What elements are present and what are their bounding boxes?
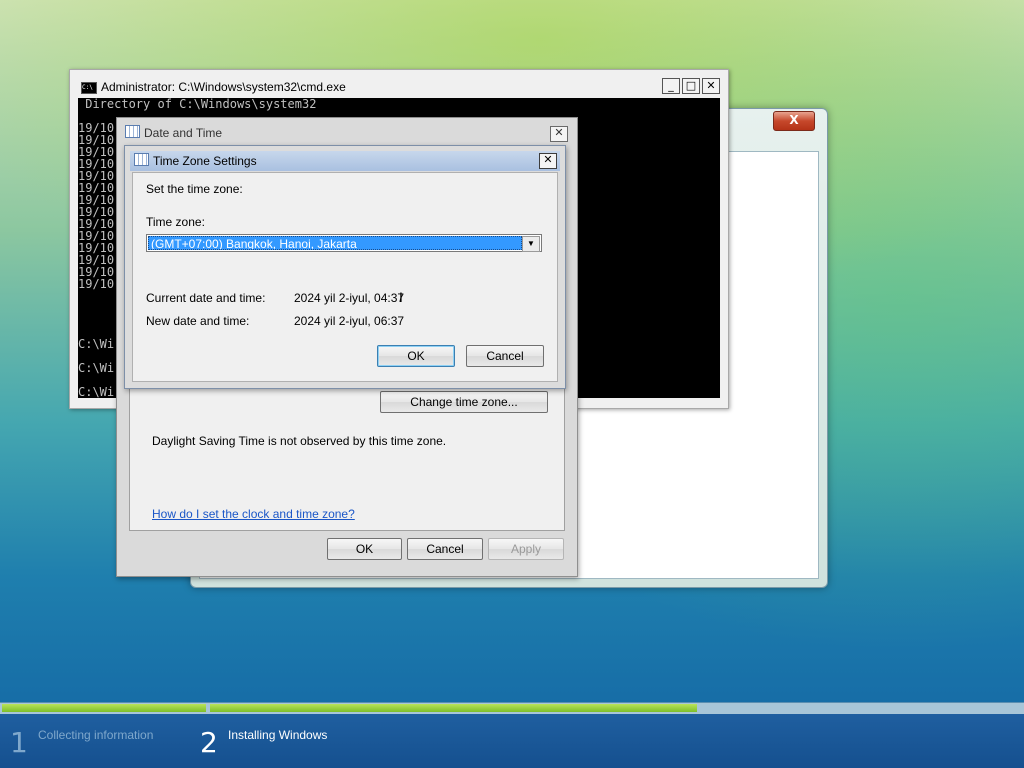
time-zone-select[interactable]: (GMT+07:00) Bangkok, Hanoi, Jakarta ▼ [146, 234, 542, 252]
console-line: Directory of C:\Windows\system32 [78, 98, 317, 111]
minimize-button[interactable]: _ [662, 78, 680, 94]
step1-number: 1 [10, 726, 28, 759]
step1-label: Collecting information [38, 728, 154, 742]
tz-cancel-button[interactable]: Cancel [466, 345, 544, 367]
chevron-down-icon[interactable]: ▼ [522, 236, 540, 252]
time-zone-label: Time zone: [146, 215, 205, 229]
current-date-time-label: Current date and time: [146, 291, 266, 305]
time-zone-titlebar[interactable]: Time Zone Settings ✕ [130, 151, 560, 171]
setup-steps-band: 1 Collecting information 2 Installing Wi… [0, 714, 1024, 768]
time-zone-panel: Change time zone... Daylight Saving Time… [129, 384, 565, 531]
step2-number: 2 [200, 726, 218, 759]
calendar-icon [125, 125, 140, 138]
step2-label: Installing Windows [228, 728, 328, 742]
maximize-button[interactable]: □ [682, 78, 700, 94]
calendar-icon [134, 153, 149, 166]
time-zone-selected-value: (GMT+07:00) Bangkok, Hanoi, Jakarta [148, 236, 522, 250]
change-time-zone-button[interactable]: Change time zone... [380, 391, 548, 413]
dt-apply-button[interactable]: Apply [488, 538, 564, 560]
cmd-icon: C:\ [81, 82, 97, 94]
time-zone-settings-dialog: Time Zone Settings ✕ Set the time zone: … [124, 145, 566, 389]
text-cursor-icon: I [399, 289, 403, 305]
setup-close-button[interactable]: X [773, 111, 815, 131]
instruction-text: Set the time zone: [146, 182, 243, 196]
time-zone-title: Time Zone Settings [153, 154, 257, 168]
cmd-titlebar[interactable]: C:\ Administrator: C:\Windows\system32\cm… [78, 78, 720, 96]
help-link[interactable]: How do I set the clock and time zone? [152, 507, 355, 521]
tz-ok-button[interactable]: OK [377, 345, 455, 367]
time-zone-body: Set the time zone: Time zone: (GMT+07:00… [132, 172, 558, 382]
date-time-close-button[interactable]: ✕ [550, 126, 568, 142]
dt-ok-button[interactable]: OK [327, 538, 402, 560]
date-time-title: Date and Time [144, 126, 223, 140]
new-date-time-label: New date and time: [146, 314, 250, 328]
time-zone-close-button[interactable]: ✕ [539, 153, 557, 169]
dt-cancel-button[interactable]: Cancel [407, 538, 483, 560]
date-time-titlebar[interactable]: Date and Time ✕ [123, 122, 571, 144]
close-button[interactable]: ✕ [702, 78, 720, 94]
dst-notice: Daylight Saving Time is not observed by … [152, 434, 447, 448]
new-date-time-value: 2024 yil 2-iyul, 06:37 [294, 314, 405, 328]
step2-progress-bar [210, 704, 697, 712]
step1-progress-bar [2, 704, 206, 712]
cmd-title-text: Administrator: C:\Windows\system32\cmd.e… [101, 80, 346, 94]
current-date-time-value: 2024 yil 2-iyul, 04:37 [294, 291, 405, 305]
